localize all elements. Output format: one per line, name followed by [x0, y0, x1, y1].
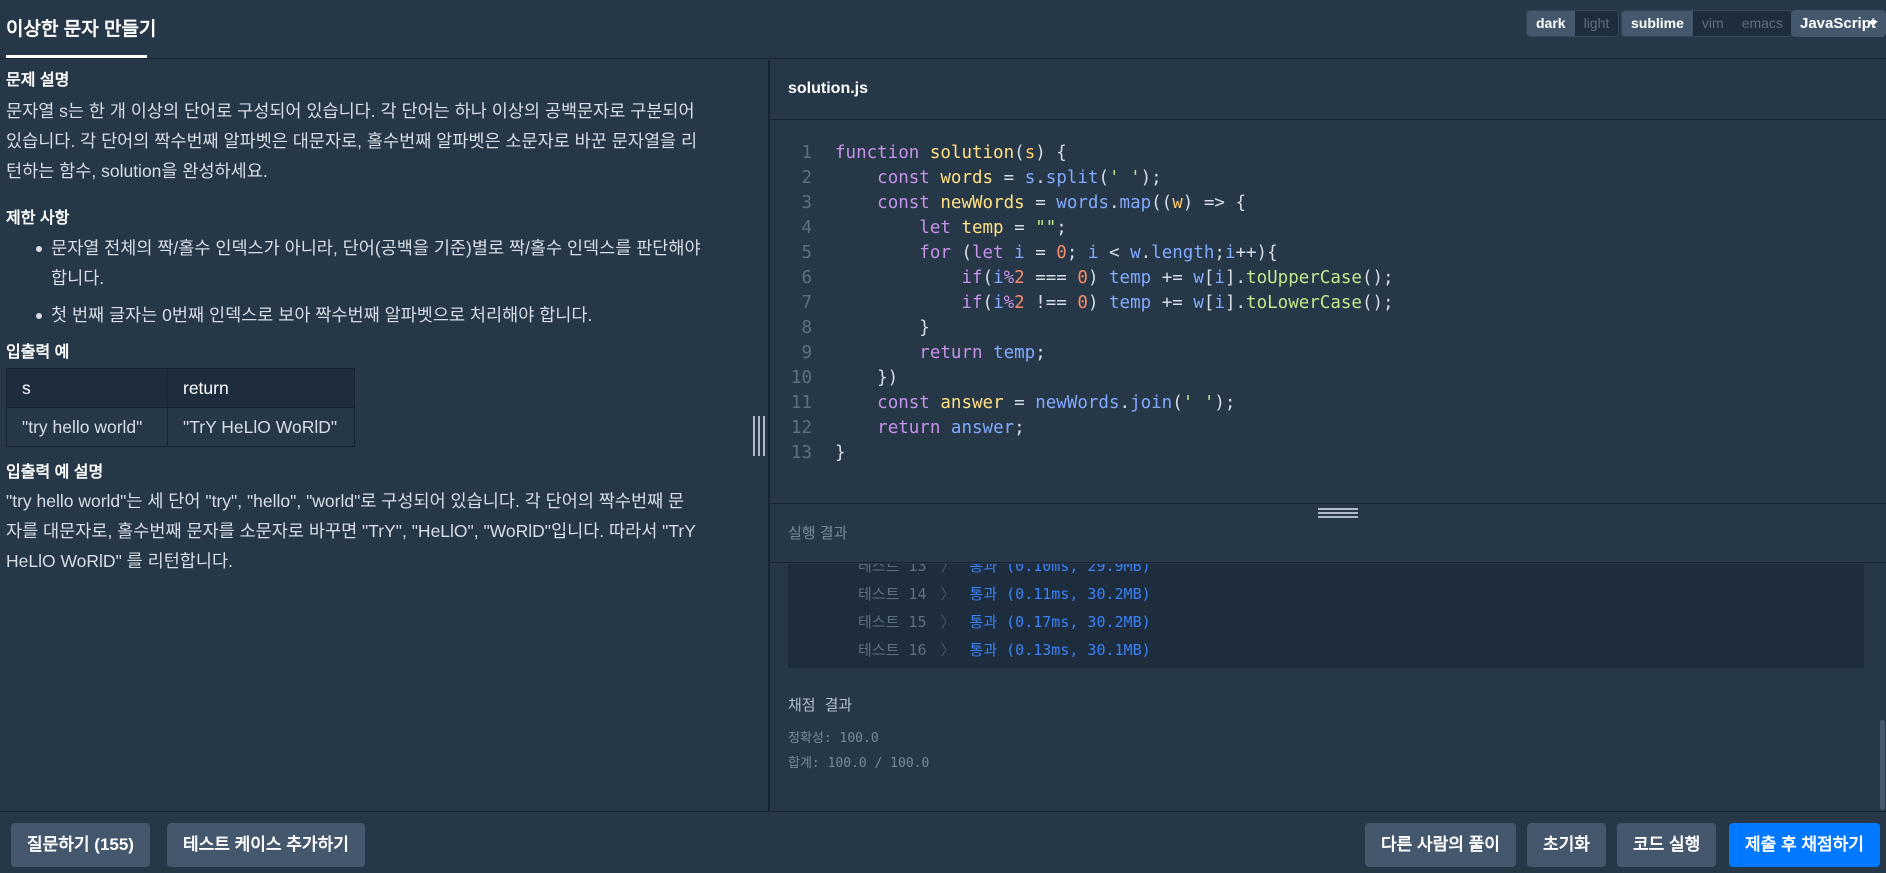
constraints-heading: 제한 사항 [6, 210, 70, 227]
chevron-down-icon [1868, 21, 1878, 26]
keymap-sublime-option[interactable]: sublime [1622, 11, 1693, 36]
table-row: "try hello world" "TrY HeLlO WoRlD" [6, 407, 355, 447]
chevron-right-icon: 〉 [940, 585, 956, 603]
results-scrollbar[interactable] [1880, 720, 1885, 810]
io-table: s return "try hello world" "TrY HeLlO Wo… [6, 368, 355, 447]
constraint-line: 문자열 전체의 짝/홀수 인덱스가 아니라, 단어(공백을 기준)별로 짝/홀수… [51, 238, 701, 258]
line-number: 2 [801, 168, 812, 188]
add-test-case-button[interactable]: 테스트 케이스 추가하기 [167, 823, 365, 867]
io-explain-heading: 입출력 예 설명 [6, 464, 104, 481]
reset-button[interactable]: 초기화 [1527, 823, 1606, 867]
test-result: 통과 (0.13ms, 30.1MB) [969, 641, 1151, 659]
editor-tab-bar: solution.js [770, 60, 1886, 120]
desc-heading: 문제 설명 [6, 72, 70, 89]
test-name: 테스트 15 [858, 613, 927, 631]
keymap-vim-option[interactable]: vim [1693, 11, 1733, 36]
chevron-right-icon: 〉 [940, 613, 956, 631]
test-result: 통과 (0.11ms, 30.2MB) [969, 585, 1151, 603]
problem-panel: 문제 설명 문자열 s는 한 개 이상의 단어로 구성되어 있습니다. 각 단어… [0, 60, 768, 811]
test-name: 테스트 14 [858, 585, 927, 603]
filename-tab[interactable]: solution.js [788, 80, 868, 98]
language-select[interactable]: JavaScript [1791, 10, 1886, 37]
list-item: 문자열 전체의 짝/홀수 인덱스가 아니라, 단어(공백을 기준)별로 짝/홀수… [6, 233, 731, 293]
desc-text: 문자열 s는 한 개 이상의 단어로 구성되어 있습니다. 각 단어는 하나 이… [6, 96, 731, 186]
list-item: 테스트 13 〉 통과 (0.10ms, 29.9MB) [858, 564, 1151, 580]
constraint-line: 첫 번째 글자는 0번째 인덱스로 보아 짝수번째 알파벳으로 처리해야 합니다… [51, 305, 593, 325]
list-item: 테스트 16 〉 통과 (0.13ms, 30.1MB) [858, 636, 1151, 664]
line-number: 9 [801, 343, 812, 363]
line-number: 1 [801, 143, 812, 163]
theme-dark-option[interactable]: dark [1527, 11, 1575, 36]
constraint-line: 합니다. [51, 268, 105, 288]
others-solutions-button[interactable]: 다른 사람의 풀이 [1365, 823, 1516, 867]
results-label: 실행 결과 [788, 525, 848, 542]
explain-line: 자를 대문자로, 홀수번째 문자를 소문자로 바꾸면 "TrY", "HeLlO… [6, 521, 696, 541]
keymap-emacs-option[interactable]: emacs [1733, 11, 1792, 36]
list-item: 테스트 14 〉 통과 (0.11ms, 30.2MB) [858, 580, 1151, 608]
desc-line: 문자열 s는 한 개 이상의 단어로 구성되어 있습니다. 각 단어는 하나 이… [6, 101, 695, 121]
test-result: 통과 (0.10ms, 29.9MB) [969, 564, 1151, 575]
results-header: 실행 결과 [770, 503, 1886, 563]
keymap-toggle: sublime vim emacs [1621, 10, 1793, 37]
line-number: 10 [790, 368, 812, 388]
chevron-right-icon: 〉 [940, 564, 956, 575]
table-header-cell: return [167, 368, 355, 408]
table-header-cell: s [6, 368, 168, 408]
header: 이상한 문자 만들기 dark light sublime vim emacs … [0, 0, 1886, 59]
test-results-box: 테스트 13 〉 통과 (0.10ms, 29.9MB) 테스트 14 〉 통과 (0.… [788, 564, 1864, 668]
list-item: 첫 번째 글자는 0번째 인덱스로 보아 짝수번째 알파벳으로 처리해야 합니다… [6, 300, 731, 330]
line-number: 12 [790, 418, 812, 438]
list-item: 테스트 15 〉 통과 (0.17ms, 30.2MB) [858, 608, 1151, 636]
title-underline [6, 55, 147, 58]
language-label: JavaScript [1800, 15, 1876, 32]
line-number: 5 [801, 243, 812, 263]
desc-line: 턴하는 함수, solution을 완성하세요. [6, 161, 268, 181]
code-editor[interactable]: 1 function solution(s) { 2 const words = … [770, 121, 1886, 503]
table-cell: "try hello world" [6, 407, 168, 447]
test-name: 테스트 13 [858, 564, 927, 575]
line-number: 4 [801, 218, 812, 238]
ask-question-button[interactable]: 질문하기 (155) [11, 823, 150, 867]
accuracy-text: 정확성: 100.0 [788, 731, 879, 746]
line-number: 11 [790, 393, 812, 413]
desc-line: 있습니다. 각 단어의 짝수번째 알파벳은 대문자로, 홀수번째 알파벳은 소문… [6, 131, 698, 151]
theme-light-option[interactable]: light [1575, 11, 1619, 36]
constraints-list: 문자열 전체의 짝/홀수 인덱스가 아니라, 단어(공백을 기준)별로 짝/홀수… [6, 233, 731, 337]
theme-toggle: dark light [1526, 10, 1620, 37]
footer-toolbar: 질문하기 (155) 테스트 케이스 추가하기 다른 사람의 풀이 초기화 코드… [0, 811, 1886, 873]
test-result: 통과 (0.17ms, 30.2MB) [969, 613, 1151, 631]
line-number: 3 [801, 193, 812, 213]
score-heading: 채점 결과 [788, 696, 853, 714]
io-heading: 입출력 예 [6, 344, 70, 361]
explain-line: HeLlO WoRlD" 를 리턴합니다. [6, 551, 233, 571]
explain-line: "try hello world"는 세 단어 "try", "hello", … [6, 491, 685, 511]
line-number: 6 [801, 268, 812, 288]
chevron-right-icon: 〉 [940, 641, 956, 659]
total-text: 합계: 100.0 / 100.0 [788, 756, 930, 771]
table-header-row: s return [6, 368, 355, 408]
submit-button[interactable]: 제출 후 채점하기 [1729, 823, 1880, 867]
test-name: 테스트 16 [858, 641, 927, 659]
results-panel: 테스트 13 〉 통과 (0.10ms, 29.9MB) 테스트 14 〉 통과 (0.… [770, 564, 1886, 811]
line-number: 7 [801, 293, 812, 313]
table-cell: "TrY HeLlO WoRlD" [167, 407, 355, 447]
run-code-button[interactable]: 코드 실행 [1617, 823, 1717, 867]
panel-resize-handle[interactable] [753, 416, 765, 456]
problem-title: 이상한 문자 만들기 [6, 19, 157, 40]
results-resize-handle[interactable] [1318, 508, 1358, 518]
line-number: 13 [790, 443, 812, 463]
line-number: 8 [801, 318, 812, 338]
io-explain-text: "try hello world"는 세 단어 "try", "hello", … [6, 486, 731, 576]
